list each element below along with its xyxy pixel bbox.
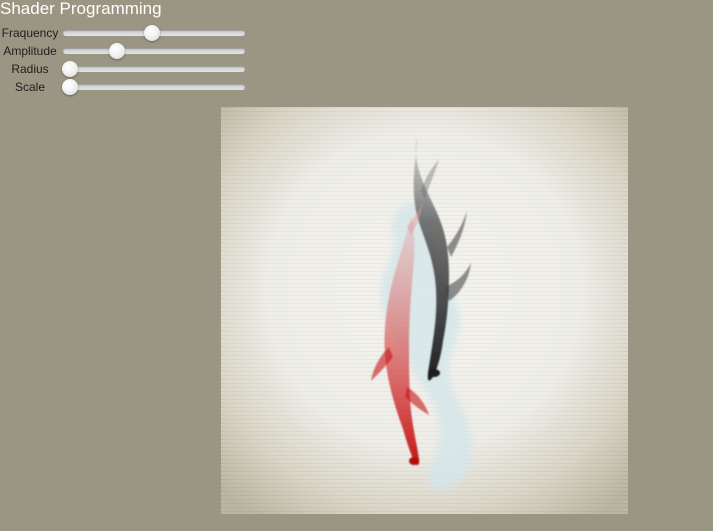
control-row-radius: Radius <box>0 60 250 78</box>
frequency-label: Fraquency <box>1 26 59 40</box>
radius-slider-thumb[interactable] <box>62 61 78 77</box>
amplitude-slider-track[interactable] <box>63 48 245 54</box>
red-fish-head <box>409 457 419 465</box>
black-fish-head <box>428 369 440 377</box>
scale-slider[interactable] <box>62 78 245 96</box>
control-row-frequency: Fraquency <box>0 24 250 42</box>
control-row-scale: Scale <box>0 78 250 96</box>
app-title: Shader Programming <box>0 0 162 18</box>
frequency-slider-thumb[interactable] <box>144 25 161 41</box>
amplitude-label: Amplitude <box>3 44 57 58</box>
control-row-amplitude: Amplitude <box>0 42 250 60</box>
shader-viewport[interactable] <box>221 107 628 514</box>
amplitude-slider[interactable] <box>63 42 245 60</box>
radius-slider[interactable] <box>62 60 245 78</box>
scale-slider-track[interactable] <box>63 84 245 90</box>
amplitude-slider-thumb[interactable] <box>109 43 126 59</box>
radius-label: Radius <box>11 62 49 76</box>
radius-slider-track[interactable] <box>63 66 245 72</box>
frequency-slider[interactable] <box>63 24 245 42</box>
scale-slider-thumb[interactable] <box>62 79 78 95</box>
scale-label: Scale <box>14 80 46 94</box>
koi-fish-painting <box>221 107 628 514</box>
